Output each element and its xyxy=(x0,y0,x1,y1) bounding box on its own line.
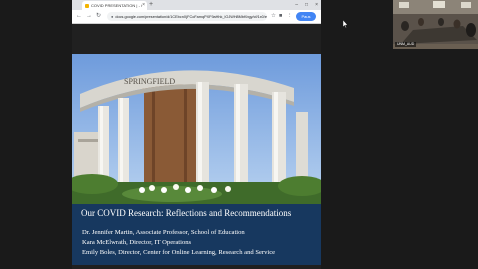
presentation-viewer: SPRINGFIELD Our COVID Research: Reflecti… xyxy=(72,24,321,269)
lock-icon: ● xyxy=(111,13,114,19)
minimize-icon[interactable]: – xyxy=(295,1,298,9)
presenter-line-1: Dr. Jennifer Martin, Associate Professor… xyxy=(82,229,245,236)
tab-presentation[interactable]: COVID PRESENTATION | - Goo × xyxy=(82,1,147,10)
star-icon[interactable]: ☆ xyxy=(271,12,276,21)
browser-window: COVID PRESENTATION | - Goo × + – □ × ← →… xyxy=(72,0,321,269)
participant-label: UNM_AUD xyxy=(395,42,417,47)
reload-icon[interactable]: ↻ xyxy=(96,12,101,21)
tab-bar: COVID PRESENTATION | - Goo × + – □ × xyxy=(72,0,321,10)
slide-title: Our COVID Research: Reflections and Reco… xyxy=(81,208,292,218)
url-text: docs.google.com/presentation/d/1CEbcnXjF… xyxy=(115,14,267,19)
sign-text: SPRINGFIELD xyxy=(124,77,175,86)
browser-toolbar: ← → ↻ ● docs.google.com/presentation/d/1… xyxy=(72,10,321,24)
close-icon[interactable]: × xyxy=(315,1,318,9)
extension-icon[interactable]: ■ xyxy=(279,12,282,21)
slide: SPRINGFIELD Our COVID Research: Reflecti… xyxy=(72,54,321,265)
presenter-line-3: Emily Boles, Director, Center for Online… xyxy=(82,249,276,256)
presenter-line-2: Kara McElwrath, Director, IT Operations xyxy=(82,239,192,246)
back-icon[interactable]: ← xyxy=(76,12,82,21)
address-bar[interactable]: ● docs.google.com/presentation/d/1CEbcnX… xyxy=(107,12,267,21)
new-tab-button[interactable]: + xyxy=(149,1,153,9)
title-band: Our COVID Research: Reflections and Reco… xyxy=(72,204,321,265)
tab-close-icon[interactable]: × xyxy=(142,3,145,8)
campus-photo: SPRINGFIELD xyxy=(72,54,321,204)
slides-favicon-icon xyxy=(85,3,89,8)
cursor-icon xyxy=(343,20,348,28)
window-controls: – □ × xyxy=(295,1,318,9)
menu-icon[interactable]: ⋮ xyxy=(287,12,293,21)
maximize-icon[interactable]: □ xyxy=(305,1,308,9)
profile-button[interactable]: Paus xyxy=(296,12,316,21)
participant-video[interactable]: UNM_AUD xyxy=(393,0,478,49)
tab-title: COVID PRESENTATION | - Goo xyxy=(91,3,142,8)
forward-icon[interactable]: → xyxy=(86,12,92,21)
